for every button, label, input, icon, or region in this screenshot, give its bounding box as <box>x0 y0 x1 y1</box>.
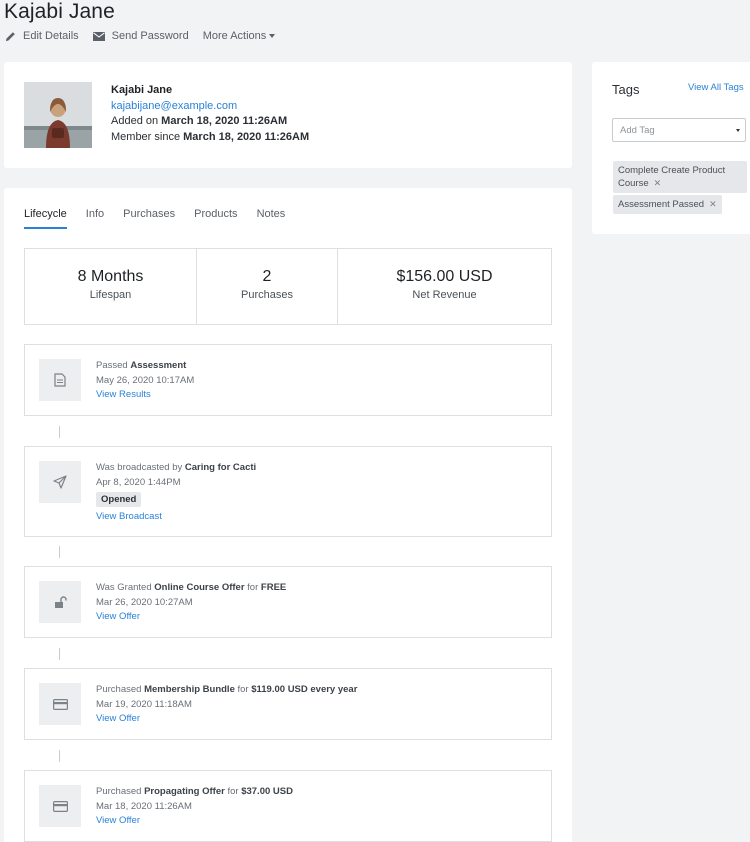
timeline-event: Was Granted Online Course Offer for FREE… <box>24 566 552 638</box>
document-icon <box>39 359 81 401</box>
stat-lifespan: 8 Months Lifespan <box>25 249 197 324</box>
stat-value: 2 <box>262 268 272 285</box>
stat-label: Lifespan <box>89 289 132 301</box>
tag-chip: Assessment Passed ✕ <box>613 195 722 214</box>
timeline-connector <box>59 648 60 660</box>
tab-info[interactable]: Info <box>86 208 104 229</box>
timeline-event: Purchased Propagating Offer for $37.00 U… <box>24 770 552 842</box>
event-mid: for <box>237 684 249 695</box>
tag-chip: Complete Create Product Course ✕ <box>613 161 747 193</box>
member-email-link[interactable]: kajabijane@example.com <box>111 99 309 115</box>
view-offer-link[interactable]: View Offer <box>96 814 293 829</box>
stat-value: $156.00 USD <box>396 268 493 285</box>
tag-label: Complete Create Product <box>618 165 726 176</box>
timeline-connector <box>59 426 60 438</box>
event-subject: Online Course Offer <box>154 582 245 593</box>
stat-label: Purchases <box>241 289 293 301</box>
event-subject: Propagating Offer <box>144 786 225 797</box>
event-date: Mar 18, 2020 11:26AM <box>96 800 192 812</box>
event-price: $119.00 USD every year <box>251 684 358 695</box>
event-subject: Membership Bundle <box>144 684 235 695</box>
remove-tag-icon[interactable]: ✕ <box>654 178 662 188</box>
dropdown-arrow-icon <box>736 129 740 132</box>
view-broadcast-link[interactable]: View Broadcast <box>96 510 256 525</box>
timeline-event: Was broadcasted by Caring for Cacti Apr … <box>24 446 552 537</box>
event-text: Was broadcasted by Caring for Cacti Apr … <box>96 461 256 525</box>
event-date: May 26, 2020 10:17AM <box>96 374 195 386</box>
timeline-connector <box>59 546 60 558</box>
member-since: Member since March 18, 2020 11:26AM <box>111 130 309 146</box>
credit-card-icon <box>39 683 81 725</box>
caret-down-icon <box>269 34 276 38</box>
avatar <box>24 82 92 148</box>
edit-details-label: Edit Details <box>23 30 79 42</box>
event-text: Passed Assessment May 26, 2020 10:17AM V… <box>96 359 194 403</box>
member-since-date: March 18, 2020 11:26AM <box>183 130 310 143</box>
paper-plane-icon <box>39 461 81 503</box>
tag-label: Assessment Passed <box>618 199 705 210</box>
event-subject: Assessment <box>130 360 187 371</box>
tab-products[interactable]: Products <box>194 208 237 229</box>
action-bar: Edit Details Send Password More Actions <box>5 30 289 42</box>
view-all-tags-link[interactable]: View All Tags <box>688 82 744 93</box>
envelope-icon <box>92 31 105 41</box>
send-password-label: Send Password <box>111 30 189 42</box>
view-results-link[interactable]: View Results <box>96 388 194 403</box>
timeline-event: Purchased Membership Bundle for $119.00 … <box>24 668 552 740</box>
tags-card: Tags View All Tags Add Tag Complete Crea… <box>592 62 750 234</box>
stat-net-revenue: $156.00 USD Net Revenue <box>338 249 551 324</box>
event-prefix: Was broadcasted by <box>96 462 183 473</box>
event-text: Purchased Membership Bundle for $119.00 … <box>96 683 357 727</box>
tab-bar: Lifecycle Info Purchases Products Notes <box>24 208 304 229</box>
profile-info: Kajabi Jane kajabijane@example.com Added… <box>111 83 309 145</box>
opened-badge: Opened <box>96 492 142 507</box>
event-date: Mar 26, 2020 10:27AM <box>96 596 193 608</box>
credit-card-icon <box>39 785 81 827</box>
event-price: $37.00 USD <box>241 786 293 797</box>
added-on: Added on March 18, 2020 11:26AM <box>111 114 309 130</box>
event-date: Mar 19, 2020 11:18AM <box>96 698 192 710</box>
pencil-icon <box>5 31 15 41</box>
stats-panel: 8 Months Lifespan 2 Purchases $156.00 US… <box>24 248 552 325</box>
add-tag-select[interactable]: Add Tag <box>612 118 746 142</box>
event-date: Apr 8, 2020 1:44PM <box>96 476 181 488</box>
tag-label-cont: Course <box>618 178 649 189</box>
send-password-button[interactable]: Send Password <box>92 30 189 42</box>
tab-lifecycle[interactable]: Lifecycle <box>24 208 67 229</box>
event-price: FREE <box>260 582 287 593</box>
event-mid: for <box>227 786 239 797</box>
event-text: Was Granted Online Course Offer for FREE… <box>96 581 286 625</box>
page-title: Kajabi Jane <box>4 0 115 23</box>
more-actions-label: More Actions <box>202 30 267 42</box>
event-prefix: Was Granted <box>96 582 152 593</box>
stat-label: Net Revenue <box>412 289 477 301</box>
stat-value: 8 Months <box>77 268 144 285</box>
tags-title: Tags <box>612 82 640 97</box>
event-prefix: Purchased <box>96 684 142 695</box>
event-prefix: Passed <box>96 360 128 371</box>
timeline-connector <box>59 750 60 762</box>
added-on-date: March 18, 2020 11:26AM <box>161 115 288 127</box>
profile-card: Kajabi Jane kajabijane@example.com Added… <box>4 62 572 168</box>
event-prefix: Purchased <box>96 786 142 797</box>
event-mid: for <box>247 582 259 593</box>
view-offer-link[interactable]: View Offer <box>96 610 286 625</box>
lifecycle-card: Lifecycle Info Purchases Products Notes … <box>4 188 572 842</box>
tab-purchases[interactable]: Purchases <box>123 208 175 229</box>
added-on-prefix: Added on <box>111 115 159 127</box>
more-actions-dropdown[interactable]: More Actions <box>203 30 276 42</box>
stat-purchases: 2 Purchases <box>197 249 338 324</box>
view-offer-link[interactable]: View Offer <box>96 712 357 727</box>
edit-details-button[interactable]: Edit Details <box>5 30 79 42</box>
add-tag-placeholder: Add Tag <box>620 125 655 136</box>
event-subject: Caring for Cacti <box>184 462 257 473</box>
unlock-icon <box>39 581 81 623</box>
timeline-event: Passed Assessment May 26, 2020 10:17AM V… <box>24 344 552 416</box>
remove-tag-icon[interactable]: ✕ <box>709 199 717 209</box>
member-name: Kajabi Jane <box>111 84 173 96</box>
tab-notes[interactable]: Notes <box>257 208 286 229</box>
member-since-prefix: Member since <box>111 130 181 143</box>
event-text: Purchased Propagating Offer for $37.00 U… <box>96 785 293 829</box>
